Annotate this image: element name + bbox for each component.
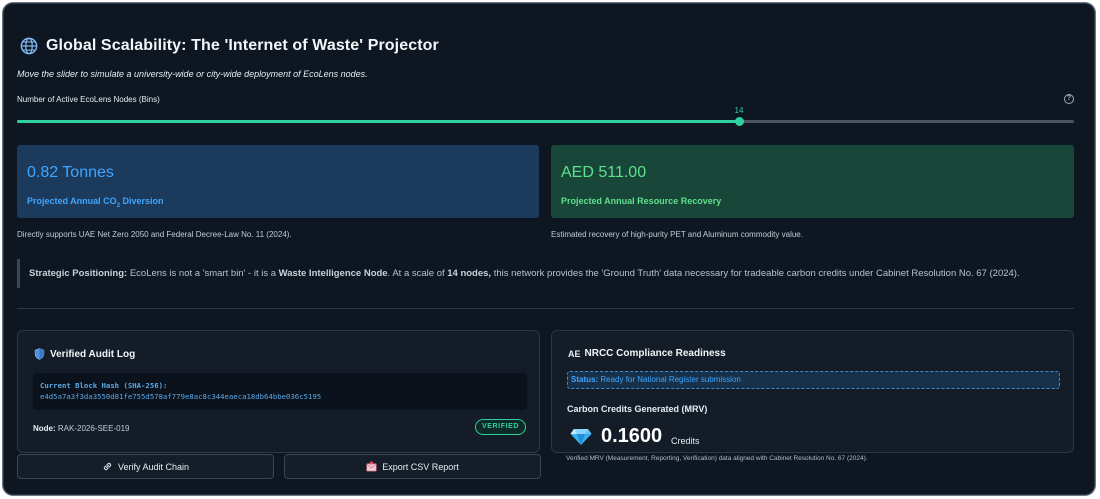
slider-value: 14 <box>734 106 744 115</box>
question-circle-icon[interactable]: ? <box>1064 94 1074 104</box>
envelope-icon <box>366 461 377 472</box>
export-csv-report-button[interactable]: Export CSV Report <box>284 454 541 479</box>
slider-label: Number of Active EcoLens Nodes (Bins) <box>17 95 160 104</box>
page-title: Global Scalability: The 'Internet of Was… <box>20 37 439 55</box>
verified-badge: VERIFIED <box>475 419 526 435</box>
credits-value: 0.1600 <box>601 425 663 447</box>
audit-log-title: Verified Audit Log <box>34 348 135 360</box>
co2-metric-card: 0.82 Tonnes Projected Annual CO2 Diversi… <box>17 145 539 218</box>
co2-caption: Directly supports UAE Net Zero 2050 and … <box>17 230 292 239</box>
verify-audit-chain-button[interactable]: Verify Audit Chain <box>17 454 274 479</box>
strategic-positioning-callout: Strategic Positioning: EcoLens is not a … <box>17 259 1077 288</box>
page-subtitle: Move the slider to simulate a university… <box>17 69 368 79</box>
recovery-value: AED 511.00 <box>561 164 647 181</box>
node-id: Node: RAK-2026-SEE-019 <box>33 424 130 433</box>
hash-label: Current Block Hash (SHA-256): <box>40 381 168 390</box>
globe-icon <box>20 37 38 55</box>
nrcc-title: AE NRCC Compliance Readiness <box>568 348 726 359</box>
slider-thumb[interactable] <box>735 117 744 126</box>
recovery-label: Projected Annual Resource Recovery <box>561 196 722 206</box>
page-title-text: Global Scalability: The 'Internet of Was… <box>46 37 439 54</box>
recovery-caption: Estimated recovery of high-purity PET an… <box>551 230 803 239</box>
link-icon <box>103 462 112 471</box>
diamond-icon <box>570 429 592 445</box>
nodes-slider[interactable] <box>17 117 1074 126</box>
shield-icon <box>34 348 45 360</box>
credits-title: Carbon Credits Generated (MRV) <box>567 404 708 414</box>
app-window: Global Scalability: The 'Internet of Was… <box>3 3 1095 495</box>
recovery-metric-card: AED 511.00 Projected Annual Resource Rec… <box>551 145 1074 218</box>
mrv-caption: Verified MRV (Measurement, Reporting, Ve… <box>566 455 868 462</box>
nrcc-compliance-card: AE NRCC Compliance Readiness Status: Rea… <box>551 330 1074 453</box>
co2-value: 0.82 Tonnes <box>27 164 114 181</box>
divider <box>17 308 1074 309</box>
export-csv-report-label: Export CSV Report <box>382 461 459 472</box>
audit-log-card: Verified Audit Log Current Block Hash (S… <box>17 330 540 453</box>
credits-unit: Credits <box>671 436 700 446</box>
co2-label: Projected Annual CO2 Diversion <box>27 196 164 209</box>
slider-fill <box>17 120 739 123</box>
hash-value: e4d5a7a3f3da3550d81fe755d578af779e8ac8c3… <box>40 392 322 401</box>
block-hash-box: Current Block Hash (SHA-256): e4d5a7a3f3… <box>33 373 527 410</box>
uae-flag-icon: AE <box>568 348 581 359</box>
verify-audit-chain-label: Verify Audit Chain <box>117 461 190 472</box>
status-box: Status: Ready for National Register subm… <box>567 371 1060 389</box>
